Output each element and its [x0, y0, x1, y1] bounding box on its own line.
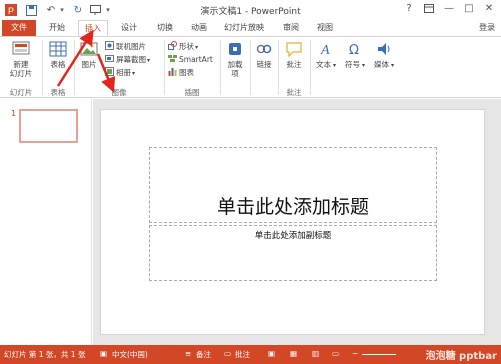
language-status[interactable]: 中文(中国): [112, 349, 148, 360]
ribbon: 新建 幻灯片 幻灯片 表格 表格 图片 联机图片 屏幕截图▾ 相册▾ 图像 形状…: [0, 36, 501, 98]
link-button[interactable]: 链接: [252, 40, 276, 69]
screenshot-button[interactable]: 屏幕截图▾: [105, 54, 150, 65]
comments-button[interactable]: 批注: [235, 349, 250, 360]
tab-file[interactable]: 文件: [2, 20, 36, 36]
new-slide-button[interactable]: 新建 幻灯片: [4, 40, 38, 78]
screenshot-icon: [105, 54, 114, 63]
symbol-button[interactable]: Ω 符号 ▾: [342, 40, 368, 70]
watermark: 泡泡糖 pptbar: [425, 351, 497, 362]
powerpoint-window: P ↶ ▾ ↻ ▾ 演示文稿1 - PowerPoint ? — □ ✕ 文件 …: [0, 0, 501, 364]
table-button[interactable]: 表格: [44, 40, 72, 69]
slide-thumbnail-panel: 1: [0, 99, 92, 345]
album-dropdown-icon: ▾: [132, 70, 136, 77]
comments-status-icon: ▭: [224, 349, 232, 358]
normal-view-icon[interactable]: ▣: [268, 349, 275, 358]
slide-sorter-icon[interactable]: ▦: [290, 349, 297, 358]
tab-home[interactable]: 开始: [42, 20, 72, 36]
comment-button[interactable]: 批注: [281, 40, 307, 69]
close-button[interactable]: ✕: [481, 2, 497, 16]
help-button[interactable]: ?: [401, 2, 417, 16]
link-icon: [255, 40, 273, 58]
chart-button[interactable]: 图表: [168, 67, 194, 78]
screenshot-label: 屏幕截图: [116, 55, 146, 64]
group-divider: [310, 40, 311, 95]
comment-icon: [285, 40, 303, 58]
svg-text:Ω: Ω: [349, 43, 359, 58]
group-divider: [220, 40, 221, 95]
notes-icon: ≡: [185, 349, 192, 358]
tab-insert[interactable]: 插入: [78, 20, 108, 36]
table-label: 表格: [50, 60, 66, 69]
language-icon: ▣: [100, 349, 108, 358]
symbol-label: 符号 ▾: [345, 60, 365, 69]
picture-icon: [80, 40, 98, 58]
smartart-button[interactable]: SmartArt: [168, 54, 213, 65]
chart-label: 图表: [179, 68, 194, 77]
title-bar: P ↶ ▾ ↻ ▾ 演示文稿1 - PowerPoint ? — □ ✕: [0, 0, 501, 20]
shapes-dropdown-icon: ▾: [195, 44, 199, 51]
zoom-slider[interactable]: [362, 354, 396, 355]
shapes-label: 形状: [179, 42, 194, 51]
login-link[interactable]: 登录: [479, 20, 495, 36]
text-button[interactable]: A 文本 ▾: [313, 40, 339, 70]
link-label: 链接: [256, 60, 272, 69]
table-icon: [49, 40, 67, 58]
addins-icon: [226, 40, 244, 58]
slide-thumbnail[interactable]: [19, 109, 78, 143]
notes-button[interactable]: 备注: [196, 349, 211, 360]
group-label-tables: 表格: [50, 88, 66, 97]
addins-label: 加载 项: [227, 60, 243, 78]
online-picture-button[interactable]: 联机图片: [105, 41, 146, 52]
symbol-icon: Ω: [346, 40, 364, 58]
online-picture-icon: [105, 41, 114, 50]
tab-animations[interactable]: 动画: [184, 20, 214, 36]
tab-transitions[interactable]: 切换: [150, 20, 180, 36]
group-label-comments: 批注: [286, 88, 302, 97]
tab-design[interactable]: 设计: [114, 20, 144, 36]
group-label-images: 图像: [111, 88, 127, 97]
screenshot-dropdown-icon: ▾: [147, 57, 151, 64]
smartart-icon: [168, 54, 177, 63]
addins-button[interactable]: 加载 项: [222, 40, 248, 78]
slide-number: 1: [11, 109, 17, 118]
picture-label: 图片: [81, 60, 97, 69]
subtitle-placeholder[interactable]: 单击此处添加副标题: [149, 225, 437, 281]
new-slide-label: 新建 幻灯片: [9, 60, 33, 78]
album-button[interactable]: 相册▾: [105, 67, 135, 78]
smartart-label: SmartArt: [179, 55, 213, 64]
text-label: 文本 ▾: [316, 60, 336, 69]
tab-review[interactable]: 审阅: [276, 20, 306, 36]
title-placeholder[interactable]: 单击此处添加标题: [149, 147, 437, 223]
reading-view-icon[interactable]: ▥: [312, 349, 319, 358]
slide-editor-area: 单击此处添加标题 单击此处添加副标题: [93, 99, 501, 345]
comment-label: 批注: [286, 60, 302, 69]
slide-info: 幻灯片 第 1 张，共 1 张: [4, 350, 86, 359]
picture-button[interactable]: 图片: [76, 40, 102, 69]
group-label-illustrations: 插图: [184, 88, 200, 97]
speaker-icon: [375, 40, 393, 58]
ribbon-display-icon[interactable]: [421, 2, 437, 16]
text-icon: A: [317, 40, 335, 58]
slideshow-view-icon[interactable]: ▭: [332, 349, 339, 358]
group-divider: [250, 40, 251, 95]
chart-icon: [168, 67, 177, 76]
svg-text:A: A: [320, 43, 330, 58]
slide-canvas[interactable]: 单击此处添加标题 单击此处添加副标题: [100, 109, 485, 335]
group-label-slides: 幻灯片: [9, 88, 33, 97]
new-slide-icon: [12, 40, 30, 58]
tab-slideshow[interactable]: 幻灯片放映: [218, 20, 270, 36]
restore-button[interactable]: □: [461, 2, 477, 16]
status-bar: 幻灯片 第 1 张，共 1 张 ▣ 中文(中国) ≡ 备注 ▭ 批注 ▣ ▦ ▥…: [0, 345, 501, 364]
online-picture-label: 联机图片: [116, 42, 146, 51]
shapes-button[interactable]: 形状▾: [168, 41, 198, 52]
zoom-out-icon[interactable]: −: [352, 349, 358, 358]
tab-view[interactable]: 视图: [310, 20, 340, 36]
shapes-icon: [168, 41, 177, 50]
album-icon: [105, 67, 114, 76]
media-label: 媒体 ▾: [374, 60, 394, 69]
media-button[interactable]: 媒体 ▾: [370, 40, 398, 70]
minimize-button[interactable]: —: [441, 2, 457, 16]
album-label: 相册: [116, 68, 131, 77]
ribbon-tabs: 文件 开始 插入 设计 切换 动画 幻灯片放映 审阅 视图 登录: [0, 20, 501, 36]
